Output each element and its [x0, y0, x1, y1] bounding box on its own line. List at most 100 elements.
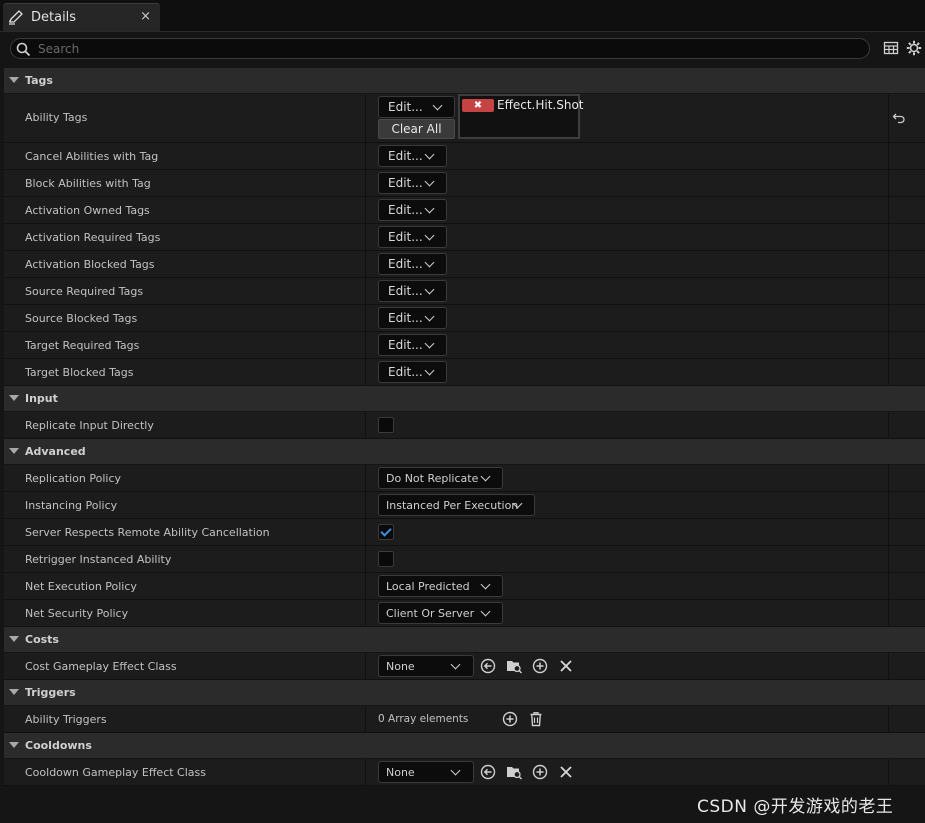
- cooldown-effect-class-picker[interactable]: None: [378, 761, 474, 783]
- edit-tags-button[interactable]: Edit...: [378, 145, 447, 167]
- reset-to-default-icon[interactable]: [892, 111, 906, 125]
- expand-arrow-icon[interactable]: [9, 689, 19, 695]
- category-tags[interactable]: Tags: [4, 68, 925, 94]
- edit-label: Edit...: [388, 203, 423, 217]
- property-name: Source Blocked Tags: [25, 312, 138, 325]
- clear-icon[interactable]: [558, 764, 574, 780]
- server-respects-cancel-checkbox[interactable]: [378, 524, 394, 540]
- browse-folder-icon[interactable]: [506, 658, 522, 674]
- array-count: 0 Array elements: [378, 713, 469, 725]
- edit-tags-button[interactable]: Edit...: [378, 253, 447, 275]
- category-label: Triggers: [25, 686, 76, 699]
- tab-bar: Details ×: [0, 0, 925, 32]
- cost-effect-class-picker[interactable]: None: [378, 655, 474, 677]
- property-name: Target Required Tags: [25, 339, 140, 352]
- category-label: Costs: [25, 633, 59, 646]
- property-name: Cancel Abilities with Tag: [25, 150, 159, 163]
- edit-label: Edit...: [388, 338, 423, 352]
- chevron-down-icon: [424, 149, 435, 160]
- property-name: Replicate Input Directly: [25, 419, 154, 432]
- edit-tags-button[interactable]: Edit...: [378, 226, 447, 248]
- pencil-icon: [9, 10, 23, 25]
- checkmark-icon: [380, 525, 392, 537]
- edit-tags-button[interactable]: Edit...: [378, 199, 447, 221]
- property-name: Activation Required Tags: [25, 231, 161, 244]
- row-ability-triggers: Ability Triggers 0 Array elements: [4, 706, 925, 733]
- add-new-icon[interactable]: [532, 658, 548, 674]
- net-execution-policy-dropdown[interactable]: Local Predicted: [378, 575, 503, 597]
- row-activation-blocked-tags: Activation Blocked Tags Edit...: [4, 251, 925, 278]
- category-label: Cooldowns: [25, 739, 92, 752]
- dropdown-value: Instanced Per Execution: [386, 499, 519, 512]
- edit-tags-button[interactable]: Edit...: [378, 334, 447, 356]
- use-selected-icon[interactable]: [480, 764, 496, 780]
- trash-icon[interactable]: [528, 711, 544, 727]
- property-name: Cooldown Gameplay Effect Class: [25, 766, 207, 779]
- clear-icon[interactable]: [558, 658, 574, 674]
- chevron-down-icon: [432, 100, 443, 111]
- row-cancel-abilities-with-tag: Cancel Abilities with Tag Edit...: [4, 143, 925, 170]
- category-triggers[interactable]: Triggers: [4, 680, 925, 706]
- replication-policy-dropdown[interactable]: Do Not Replicate: [378, 467, 503, 489]
- expand-arrow-icon[interactable]: [9, 77, 19, 83]
- retrigger-instanced-checkbox[interactable]: [378, 551, 394, 567]
- row-ability-tags: Ability Tags Edit... Clear All ✖ Effect.…: [4, 94, 925, 143]
- expand-arrow-icon[interactable]: [9, 636, 19, 642]
- search-input[interactable]: [38, 40, 858, 57]
- row-activation-owned-tags: Activation Owned Tags Edit...: [4, 197, 925, 224]
- category-advanced[interactable]: Advanced: [4, 439, 925, 465]
- row-activation-required-tags: Activation Required Tags Edit...: [4, 224, 925, 251]
- use-selected-icon[interactable]: [480, 658, 496, 674]
- row-target-required-tags: Target Required Tags Edit...: [4, 332, 925, 359]
- edit-tags-button[interactable]: Edit...: [378, 307, 447, 329]
- row-retrigger-instanced-ability: Retrigger Instanced Ability: [4, 546, 925, 573]
- category-cooldowns[interactable]: Cooldowns: [4, 733, 925, 759]
- tab-details[interactable]: Details ×: [3, 3, 160, 31]
- category-costs[interactable]: Costs: [4, 627, 925, 653]
- property-name: Ability Triggers: [25, 713, 107, 726]
- edit-label: Edit...: [388, 230, 423, 244]
- expand-arrow-icon[interactable]: [9, 395, 19, 401]
- row-replicate-input-directly: Replicate Input Directly: [4, 412, 925, 439]
- row-cooldown-gameplay-effect-class: Cooldown Gameplay Effect Class None: [4, 759, 925, 786]
- expand-arrow-icon[interactable]: [9, 742, 19, 748]
- edit-tags-button[interactable]: Edit...: [378, 172, 447, 194]
- edit-tags-button[interactable]: Edit...: [378, 361, 447, 383]
- chevron-down-icon: [480, 471, 491, 482]
- tag-label: Effect.Hit.Shot: [497, 98, 584, 112]
- row-replication-policy: Replication Policy Do Not Replicate: [4, 465, 925, 492]
- tab-close-icon[interactable]: ×: [140, 9, 151, 24]
- table-view-icon[interactable]: [883, 40, 899, 56]
- chevron-down-icon: [424, 203, 435, 214]
- remove-tag-icon[interactable]: ✖: [462, 99, 494, 112]
- clear-all-button[interactable]: Clear All: [378, 119, 455, 139]
- row-source-blocked-tags: Source Blocked Tags Edit...: [4, 305, 925, 332]
- settings-gear-icon[interactable]: [906, 40, 922, 56]
- row-cost-gameplay-effect-class: Cost Gameplay Effect Class None: [4, 653, 925, 680]
- property-name: Cost Gameplay Effect Class: [25, 660, 177, 673]
- property-name: Activation Blocked Tags: [25, 258, 155, 271]
- dropdown-value: None: [386, 660, 415, 673]
- expand-arrow-icon[interactable]: [9, 448, 19, 454]
- chevron-down-icon: [424, 338, 435, 349]
- category-input[interactable]: Input: [4, 386, 925, 412]
- edit-label: Edit...: [388, 284, 423, 298]
- chevron-down-icon: [424, 176, 435, 187]
- add-new-icon[interactable]: [532, 764, 548, 780]
- edit-label: Edit...: [388, 149, 423, 163]
- edit-tags-button[interactable]: Edit...: [378, 96, 455, 118]
- net-security-policy-dropdown[interactable]: Client Or Server: [378, 602, 503, 624]
- category-label: Tags: [25, 74, 53, 87]
- property-name: Instancing Policy: [25, 499, 118, 512]
- details-panel: Tags Ability Tags Edit... Clear All ✖ Ef…: [4, 68, 925, 786]
- edit-tags-button[interactable]: Edit...: [378, 280, 447, 302]
- browse-folder-icon[interactable]: [506, 764, 522, 780]
- search-box[interactable]: [10, 38, 870, 59]
- add-element-icon[interactable]: [502, 711, 518, 727]
- replicate-input-checkbox[interactable]: [378, 417, 394, 433]
- tab-title: Details: [31, 10, 77, 25]
- chevron-down-icon: [450, 659, 461, 670]
- search-icon: [16, 42, 31, 57]
- dropdown-value: None: [386, 766, 415, 779]
- instancing-policy-dropdown[interactable]: Instanced Per Execution: [378, 494, 535, 516]
